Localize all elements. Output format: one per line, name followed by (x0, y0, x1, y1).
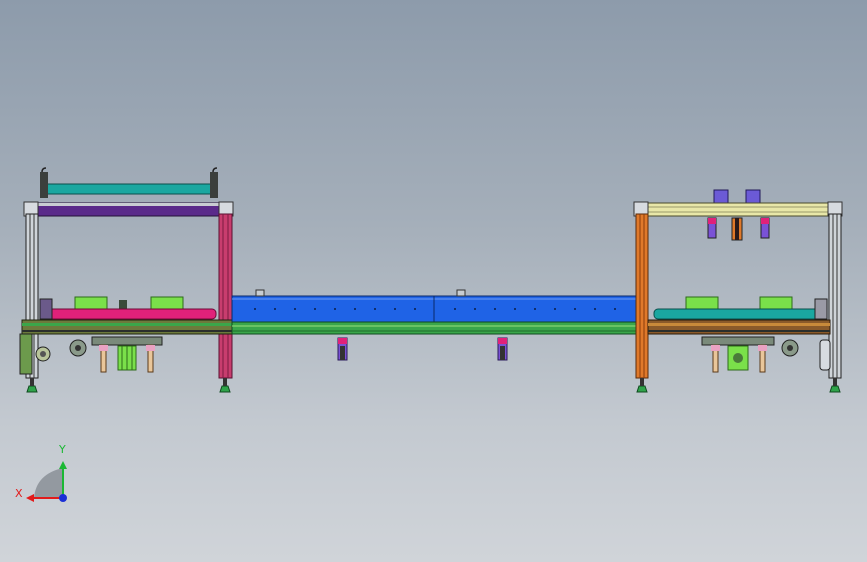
z-axis-dot-icon (59, 494, 67, 502)
y-axis-label: Y (59, 443, 66, 456)
y-arrow-icon (59, 461, 67, 469)
triad-plane-icon (34, 468, 63, 498)
x-arrow-icon (26, 494, 34, 502)
cad-viewport[interactable]: X Y (0, 0, 867, 562)
view-orientation-triad[interactable] (0, 0, 867, 562)
x-axis-label: X (15, 487, 23, 500)
